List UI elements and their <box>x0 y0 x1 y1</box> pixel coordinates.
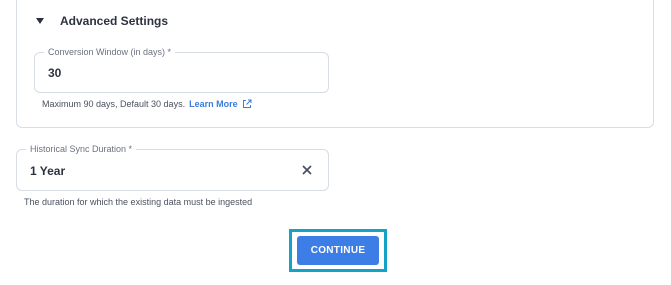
historical-sync-helper: The duration for which the existing data… <box>24 197 253 207</box>
close-icon[interactable] <box>300 163 314 177</box>
conversion-window-helper: Maximum 90 days, Default 30 days. Learn … <box>42 98 252 110</box>
advanced-settings-toggle[interactable]: Advanced Settings <box>36 12 168 30</box>
caret-down-icon <box>36 18 44 24</box>
advanced-settings-title: Advanced Settings <box>60 14 169 28</box>
historical-sync-duration-label: Historical Sync Duration * <box>26 143 137 155</box>
conversion-window-value: 30 <box>48 66 62 80</box>
conversion-window-helper-text: Maximum 90 days, Default 30 days. <box>42 99 186 109</box>
continue-button-highlight: CONTINUE <box>289 229 387 272</box>
historical-sync-duration-select[interactable]: Historical Sync Duration * 1 Year <box>16 143 329 191</box>
conversion-window-input[interactable]: Conversion Window (in days) * 30 <box>34 46 329 93</box>
source-configuration-page: Advanced Settings Conversion Window (in … <box>0 0 671 285</box>
continue-button[interactable]: CONTINUE <box>297 236 379 265</box>
learn-more-link[interactable]: Learn More <box>189 98 252 110</box>
learn-more-label: Learn More <box>189 99 238 109</box>
external-link-icon <box>242 99 252 108</box>
conversion-window-label: Conversion Window (in days) * <box>44 46 176 58</box>
historical-sync-duration-value: 1 Year <box>30 164 66 178</box>
